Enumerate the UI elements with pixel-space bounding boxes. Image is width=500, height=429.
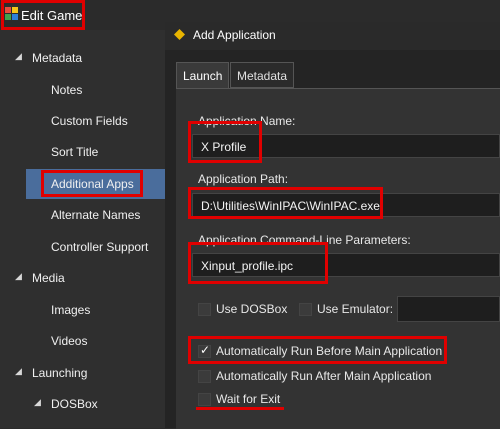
sidebar-item-videos[interactable]: Videos	[0, 326, 165, 356]
tab-metadata[interactable]: Metadata	[230, 62, 295, 88]
wait-for-exit-checkbox[interactable]	[198, 393, 211, 406]
auto-run-before-checkbox[interactable]: ✓	[198, 343, 211, 358]
sidebar-item-label: Images	[51, 303, 91, 317]
sidebar-item-sort-title[interactable]: Sort Title	[0, 137, 165, 167]
sidebar-item-media[interactable]: ◢ Media	[0, 263, 165, 293]
sidebar-item-additional-apps[interactable]: Additional Apps	[0, 169, 165, 199]
tab-launch[interactable]: Launch	[176, 62, 230, 88]
app-path-label: Application Path:	[198, 172, 289, 186]
expand-triangle-icon: ◢	[15, 271, 22, 281]
sidebar-item-custom-fields[interactable]: Custom Fields	[0, 106, 165, 136]
expand-triangle-icon: ◢	[15, 51, 22, 61]
sidebar-item-label: Launching	[32, 366, 88, 380]
app-name-input[interactable]: X Profile	[192, 134, 500, 158]
sidebar-item-label: Additional Apps	[51, 177, 134, 191]
sidebar-item-label: Controller Support	[51, 240, 149, 254]
sidebar-item-launching[interactable]: ◢ Launching	[0, 358, 165, 388]
sidebar-item-label: Videos	[51, 334, 88, 348]
auto-run-after-label: Automatically Run After Main Application	[216, 369, 432, 383]
sidebar-item-alternate-names[interactable]: Alternate Names	[0, 200, 165, 230]
sidebar-item-metadata[interactable]: ◢ Metadata	[0, 43, 165, 73]
auto-run-before-label: Automatically Run Before Main Applicatio…	[216, 344, 443, 358]
sidebar-item-label: DOSBox	[51, 397, 98, 411]
use-dosbox-label: Use DOSBox	[216, 302, 288, 316]
wait-for-exit-label: Wait for Exit	[216, 392, 281, 406]
use-emulator-checkbox[interactable]	[299, 303, 312, 316]
sidebar-item-label: Notes	[51, 83, 83, 97]
checkmark-icon: ✓	[200, 343, 211, 357]
sidebar-item-images[interactable]: Images	[0, 295, 165, 325]
dialog-diamond-icon	[174, 29, 185, 40]
auto-run-after-checkbox[interactable]	[198, 370, 211, 383]
cmd-params-label: Application Command-Line Parameters:	[198, 233, 411, 247]
dialog-title: Add Application	[193, 28, 276, 42]
sidebar-item-label: Metadata	[32, 51, 83, 65]
app-logo-icon	[5, 7, 18, 20]
sidebar-item-dosbox[interactable]: ◢ DOSBox	[0, 389, 165, 419]
app-path-input[interactable]: D:\Utilities\WinIPAC\WinIPAC.exe	[192, 193, 500, 217]
cmd-params-input[interactable]: Xinput_profile.ipc	[192, 253, 500, 277]
expand-triangle-icon: ◢	[34, 397, 41, 407]
sidebar-item-controller-support[interactable]: Controller Support	[0, 232, 165, 262]
sidebar-item-label: Custom Fields	[51, 114, 128, 128]
sidebar-item-label: Sort Title	[51, 145, 99, 159]
emulator-select[interactable]	[397, 296, 500, 322]
window-title: Edit Game	[21, 8, 83, 23]
expand-triangle-icon: ◢	[15, 366, 22, 376]
use-dosbox-checkbox[interactable]	[198, 303, 211, 316]
use-emulator-label: Use Emulator:	[317, 302, 394, 316]
tab-strip: Launch Metadata	[176, 62, 500, 88]
sidebar-item-notes[interactable]: Notes	[0, 75, 165, 105]
sidebar: ◢ Metadata Notes Custom Fields Sort Titl…	[0, 30, 165, 428]
app-name-label: Application Name:	[198, 114, 296, 128]
sidebar-item-label: Alternate Names	[51, 208, 141, 222]
sidebar-item-label: Media	[32, 271, 65, 285]
